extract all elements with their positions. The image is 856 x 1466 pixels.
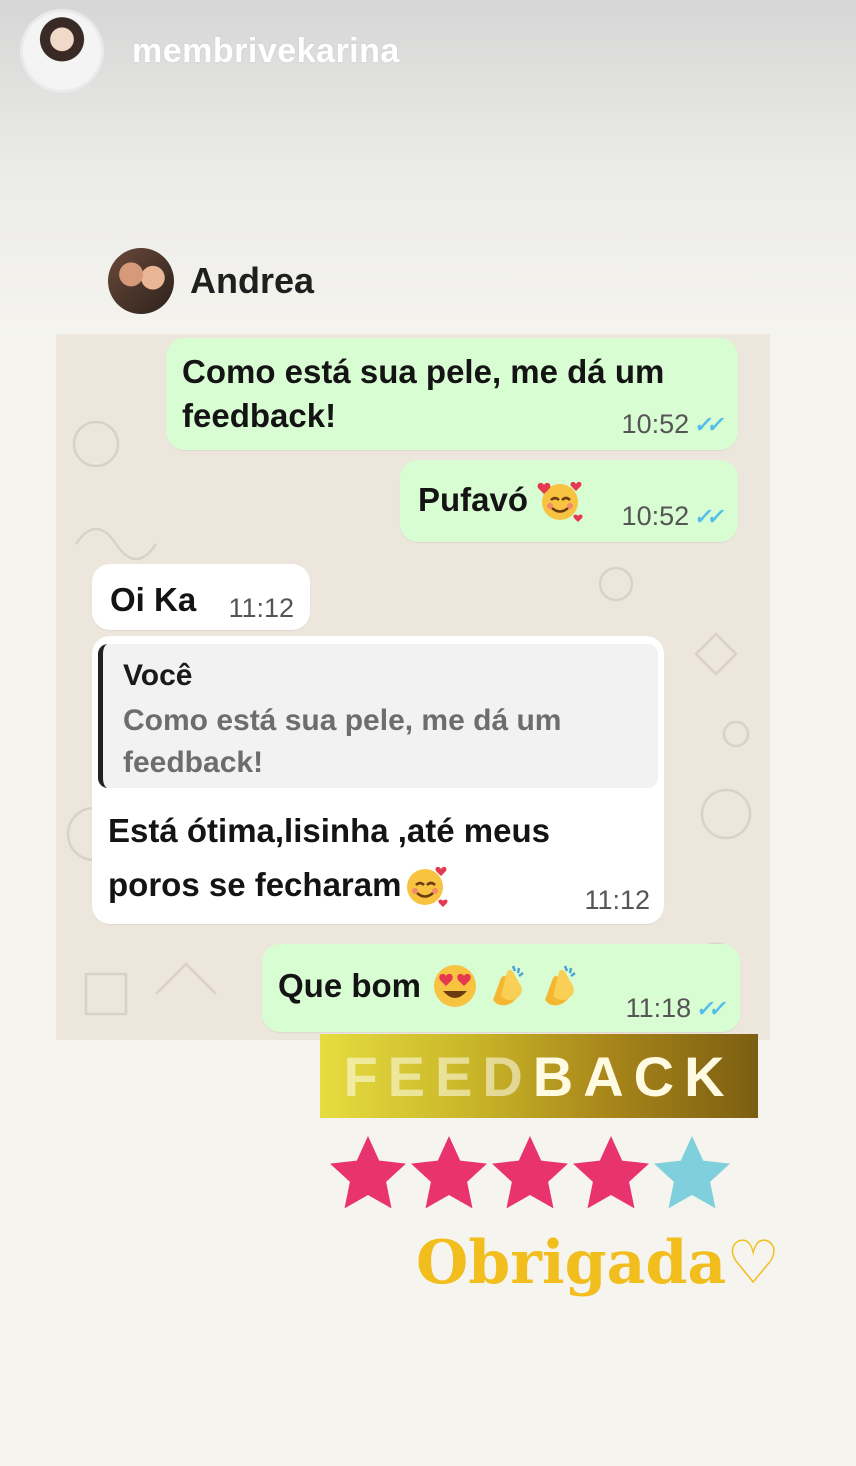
message-time: 11:12 xyxy=(584,885,650,915)
message-meta: 10:52 ✓✓ xyxy=(621,409,723,440)
feedback-banner-text: FEEDBACK xyxy=(343,1044,735,1108)
star-empty-icon xyxy=(654,1136,730,1209)
star-filled-icon xyxy=(411,1136,487,1209)
quote-text: Como está sua pele, me dá um feedback! xyxy=(123,704,562,779)
feedback-banner: FEEDBACK xyxy=(320,1034,758,1118)
story-avatar[interactable] xyxy=(20,9,104,93)
message-text: Está ótima,lisinha ,até meus poros se fe… xyxy=(108,804,550,912)
message-bubble-outgoing[interactable]: Como está sua pele, me dá um feedback! 1… xyxy=(166,338,738,450)
contact-avatar xyxy=(108,248,174,314)
message-meta: 10:52 ✓✓ xyxy=(621,501,723,532)
star-filled-icon xyxy=(330,1136,406,1209)
contact-name: Andrea xyxy=(190,260,315,301)
message-time: 11:18 xyxy=(625,993,692,1023)
message-meta: 11:18 ✓✓ xyxy=(625,993,725,1024)
message-bubble-incoming-reply[interactable]: Você Como está sua pele, me dá um feedba… xyxy=(92,636,664,924)
quote-author: Você xyxy=(123,659,193,692)
message-bubble-incoming[interactable]: Oi Ka 11:12 xyxy=(92,564,310,630)
read-ticks-icon: ✓✓ xyxy=(695,995,725,1021)
story-username[interactable]: membrivekarina xyxy=(132,32,400,71)
story-header: membrivekarina xyxy=(20,6,400,96)
chat-contact-header: Andrea xyxy=(108,248,314,314)
message-meta: 11:12 xyxy=(228,593,294,624)
heart-eyes-icon xyxy=(434,965,477,1007)
star-rating xyxy=(326,1132,736,1221)
message-meta: 11:12 xyxy=(584,885,650,916)
message-time: 10:52 xyxy=(621,501,690,531)
clapping-hands-icon xyxy=(545,965,576,1006)
smiling-face-with-hearts-icon xyxy=(537,481,583,522)
read-ticks-icon: ✓✓ xyxy=(693,503,723,529)
thanks-text: Obrigada♡ xyxy=(416,1228,781,1298)
message-bubble-outgoing[interactable]: Pufavó 10:52 ✓✓ xyxy=(400,460,738,542)
message-time: 11:12 xyxy=(228,593,294,623)
message-bubble-outgoing[interactable]: Que bom 11:18 ✓✓ xyxy=(262,944,740,1032)
star-filled-icon xyxy=(492,1136,568,1209)
smiling-face-with-hearts-icon xyxy=(407,866,449,907)
message-time: 10:52 xyxy=(621,409,690,439)
star-rating-graphic xyxy=(330,1136,730,1209)
quoted-message[interactable]: Você Como está sua pele, me dá um feedba… xyxy=(98,644,658,788)
read-ticks-icon: ✓✓ xyxy=(693,411,723,437)
star-filled-icon xyxy=(573,1136,649,1209)
clapping-hands-icon xyxy=(493,965,524,1006)
